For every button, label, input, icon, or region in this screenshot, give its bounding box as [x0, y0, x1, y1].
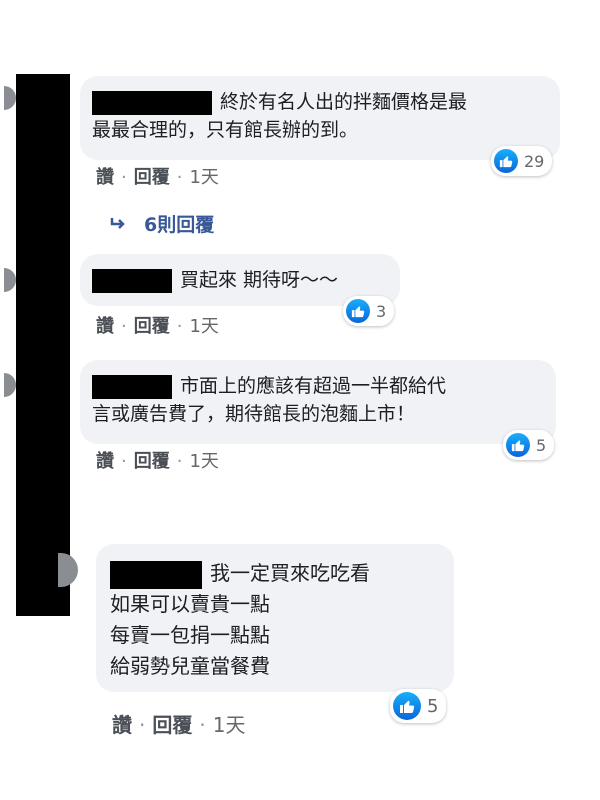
avatar[interactable] — [58, 553, 78, 587]
separator: · — [176, 316, 183, 337]
redacted-name — [92, 268, 172, 293]
thumbs-up-icon — [346, 299, 370, 323]
comment-line: 言或廣告費了，期待館長的泡麵上市！ — [92, 403, 416, 425]
like-count: 5 — [536, 435, 547, 455]
comment-bubble: 市面上的應該有超過一半都給代 言或廣告費了，期待館長的泡麵上市！ — [80, 360, 556, 444]
redacted-name — [110, 560, 202, 589]
comment-actions: 讚 · 回覆 · 1天 — [112, 709, 245, 738]
thumbs-up-icon — [506, 433, 530, 457]
timestamp[interactable]: 1天 — [189, 447, 218, 473]
reply-button[interactable]: 回覆 — [134, 312, 170, 338]
comment-line: 市面上的應該有超過一半都給代 — [92, 372, 446, 400]
comment-line: 每賣一包捐一點點 — [110, 623, 270, 647]
reply-button[interactable]: 回覆 — [134, 163, 170, 189]
separator: · — [121, 316, 127, 337]
timestamp[interactable]: 1天 — [213, 709, 246, 738]
comment-line: 我一定買來吃吃看 — [110, 558, 370, 589]
avatar[interactable] — [4, 268, 16, 292]
comment-line: 最最合理的，只有館長辦的到。 — [92, 119, 359, 141]
avatar[interactable] — [4, 86, 16, 110]
thumbs-up-icon — [393, 692, 421, 720]
comment-actions: 讚 · 回覆 · 1天 — [96, 447, 219, 473]
redacted-name — [92, 90, 212, 115]
reply-arrow-icon — [110, 214, 126, 236]
comment-line: 給弱勢兒童當餐費 — [110, 654, 270, 678]
reaction-count[interactable]: 5 — [503, 430, 555, 460]
comment-line: 買起來 期待呀～～ — [92, 266, 338, 294]
separator: · — [199, 713, 206, 737]
avatar[interactable] — [4, 373, 16, 397]
like-button[interactable]: 讚 — [112, 709, 132, 738]
like-button[interactable]: 讚 — [96, 163, 114, 189]
reaction-count[interactable]: 29 — [491, 146, 553, 176]
like-button[interactable]: 讚 — [96, 447, 114, 473]
comment-bubble: 終於有名人出的拌麵價格是最 最最合理的，只有館長辦的到。 — [80, 76, 560, 160]
comment-line: 如果可以賣貴一點 — [110, 592, 270, 616]
reaction-count[interactable]: 3 — [343, 296, 395, 326]
separator: · — [121, 167, 127, 188]
comment-actions: 讚 · 回覆 · 1天 — [96, 163, 219, 189]
reaction-count[interactable]: 5 — [390, 689, 447, 723]
redaction-block — [16, 74, 70, 616]
separator: · — [139, 713, 146, 737]
comment-line: 終於有名人出的拌麵價格是最 — [92, 88, 467, 116]
thumbs-up-icon — [494, 149, 518, 173]
reply-button[interactable]: 回覆 — [134, 447, 170, 473]
view-replies-link[interactable]: 6則回覆 — [110, 210, 214, 237]
timestamp[interactable]: 1天 — [189, 163, 218, 189]
separator: · — [121, 451, 127, 472]
comment-bubble: 我一定買來吃吃看 如果可以賣貴一點 每賣一包捐一點點 給弱勢兒童當餐費 — [96, 544, 454, 692]
like-count: 3 — [376, 301, 387, 321]
comment-actions: 讚 · 回覆 · 1天 — [96, 312, 219, 338]
like-count: 29 — [524, 151, 545, 171]
separator: · — [176, 451, 183, 472]
like-count: 5 — [427, 695, 439, 717]
like-button[interactable]: 讚 — [96, 312, 114, 338]
redacted-name — [92, 374, 172, 399]
replies-label: 6則回覆 — [144, 214, 215, 236]
reply-button[interactable]: 回覆 — [152, 709, 192, 738]
timestamp[interactable]: 1天 — [189, 312, 218, 338]
separator: · — [176, 167, 183, 188]
